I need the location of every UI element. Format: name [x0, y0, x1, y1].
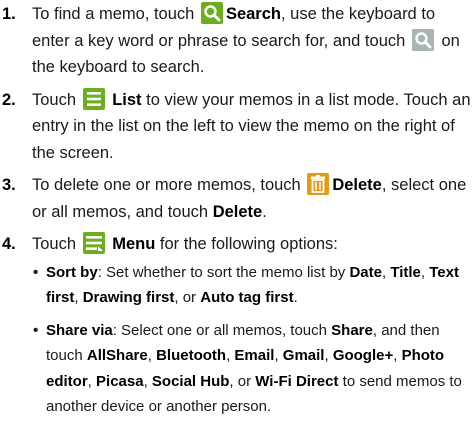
step-number: 1.	[2, 5, 16, 23]
step-text: To delete one or more memos, touch	[32, 176, 301, 194]
keyboard-search-icon	[411, 28, 434, 51]
share-label: Share	[331, 321, 373, 339]
share-google-plus: Google+	[332, 347, 394, 364]
option-text: ,	[147, 347, 152, 364]
option-sort-by: • Sort by: Set whether to sort the memo …	[32, 260, 473, 311]
option-text: ,	[87, 372, 92, 390]
sort-title: Title	[390, 263, 421, 281]
option-share-via: • Share via: Select one or all memos, to…	[32, 318, 473, 420]
step-text: for the following options:	[159, 235, 338, 253]
option-text: ,	[74, 289, 79, 306]
share-email: Email	[234, 347, 275, 364]
option-text: .	[293, 289, 298, 306]
option-text: , or	[229, 372, 252, 390]
share-social-hub: Social Hub	[151, 372, 230, 390]
list-label: List	[112, 90, 142, 109]
list-icon	[82, 87, 105, 110]
delete-label: Delete	[332, 176, 382, 194]
sort-date: Date	[349, 263, 382, 281]
step-1: 1. To find a memo, touch Search, use the…	[0, 1, 473, 81]
menu-label: Menu	[112, 235, 156, 253]
trash-icon	[307, 173, 330, 195]
option-text: ,	[393, 347, 398, 364]
step-4: 4. Touch Menu for the following options:…	[0, 231, 473, 420]
option-text: ,	[381, 263, 387, 281]
option-text: ,	[420, 263, 426, 281]
share-gmail: Gmail	[282, 347, 325, 364]
option-title: Sort by	[46, 263, 98, 281]
share-picasa: Picasa	[96, 372, 144, 390]
menu-options-list: • Sort by: Set whether to sort the memo …	[32, 260, 473, 420]
option-title: Share via	[46, 321, 113, 339]
step-2: 2. Touch List to view your memos in a li…	[0, 87, 473, 167]
sort-drawing-first: Drawing first	[82, 289, 175, 306]
menu-icon	[82, 232, 105, 254]
delete-confirm-label: Delete	[212, 202, 263, 221]
step-text: .	[262, 202, 267, 221]
share-wifi-direct: Wi-Fi Direct	[255, 372, 339, 390]
option-text: : Set whether to sort the memo list by	[97, 263, 346, 281]
sort-auto-tag-first: Auto tag first	[200, 289, 294, 306]
share-bluetooth: Bluetooth	[156, 347, 227, 364]
option-text: ,	[274, 347, 279, 364]
step-number: 3.	[2, 176, 16, 194]
bullet: •	[33, 321, 39, 339]
share-allshare: AllShare	[86, 347, 148, 364]
step-3: 3. To delete one or more memos, touch De…	[0, 172, 473, 225]
step-text: To find a memo, touch	[32, 5, 195, 23]
option-text: ,	[143, 372, 148, 390]
instruction-list: 1. To find a memo, touch Search, use the…	[0, 0, 473, 427]
option-text: , or	[174, 289, 197, 306]
search-icon	[200, 2, 223, 24]
search-label: Search	[225, 5, 281, 23]
step-number: 4.	[2, 235, 16, 253]
option-text: ,	[324, 347, 329, 364]
step-text: Touch	[32, 90, 77, 109]
step-number: 2.	[2, 90, 16, 109]
option-text: ,	[226, 347, 231, 364]
step-text: Touch	[32, 235, 77, 253]
option-text: : Select one or all memos, touch	[112, 321, 327, 339]
bullet: •	[33, 263, 39, 281]
